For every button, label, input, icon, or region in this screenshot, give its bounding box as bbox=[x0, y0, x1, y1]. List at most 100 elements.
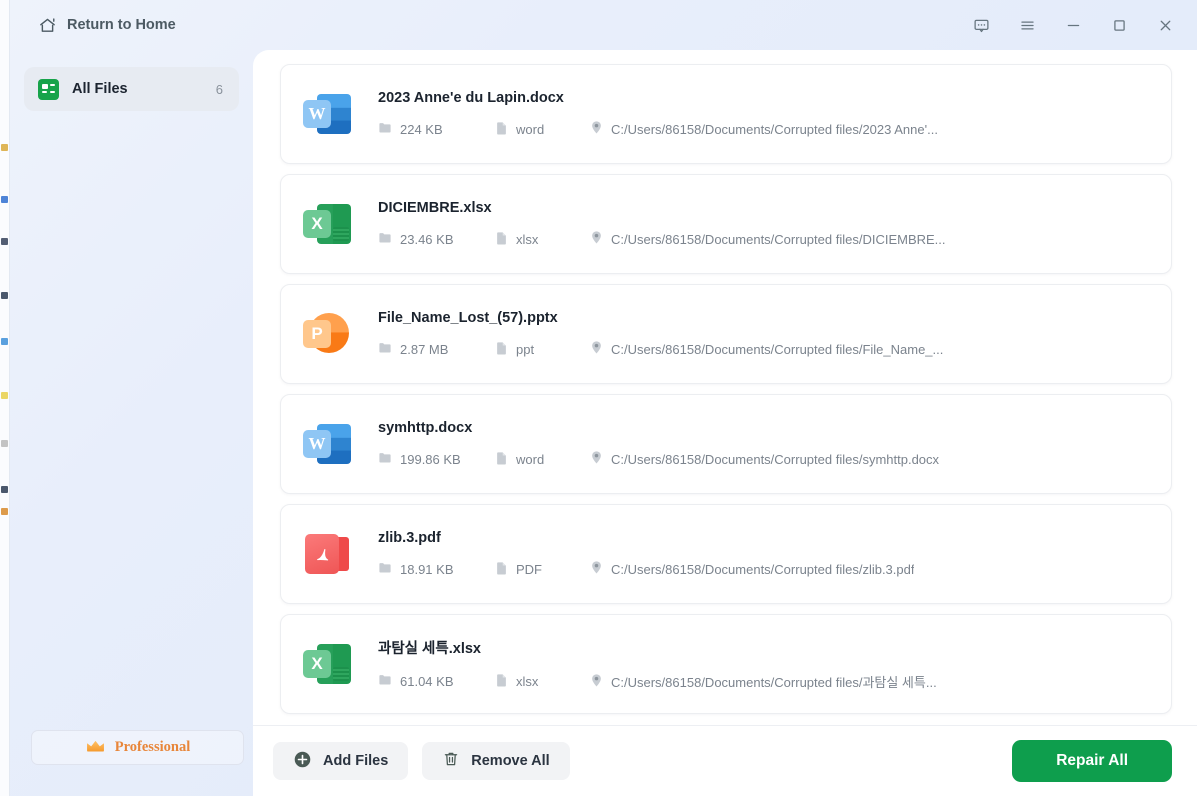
file-path: C:/Users/86158/Documents/Corrupted files… bbox=[611, 122, 938, 137]
file-info: symhttp.docx 199.86 KB word C:/Users/861… bbox=[378, 420, 1149, 468]
file-type: xlsx bbox=[516, 674, 538, 689]
file-type-cell: xlsx bbox=[495, 231, 590, 248]
file-meta: 18.91 KB PDF C:/Users/86158/Documents/Co… bbox=[378, 560, 1149, 578]
file-path-cell: C:/Users/86158/Documents/Corrupted files… bbox=[590, 450, 939, 468]
file-type-cell: xlsx bbox=[495, 673, 590, 690]
file-size: 61.04 KB bbox=[400, 674, 454, 689]
file-meta: 23.46 KB xlsx C:/Users/86158/Documents/C… bbox=[378, 230, 1149, 248]
minimize-icon[interactable] bbox=[1053, 8, 1093, 42]
file-path-cell: C:/Users/86158/Documents/Corrupted files… bbox=[590, 120, 938, 138]
footer-toolbar: Add Files Remove All Repair All bbox=[253, 725, 1197, 796]
remove-all-label: Remove All bbox=[471, 753, 549, 769]
file-type-icon bbox=[495, 673, 508, 690]
file-card[interactable]: W 2023 Anne'e du Lapin.docx 224 KB word … bbox=[280, 64, 1172, 164]
location-pin-icon bbox=[590, 340, 603, 358]
file-path: C:/Users/86158/Documents/Corrupted files… bbox=[611, 562, 914, 577]
file-path: C:/Users/86158/Documents/Corrupted files… bbox=[611, 342, 943, 357]
file-info: File_Name_Lost_(57).pptx 2.87 MB ppt C:/… bbox=[378, 310, 1149, 358]
excel-file-icon: X bbox=[303, 640, 351, 688]
file-size-cell: 2.87 MB bbox=[378, 341, 495, 358]
powerpoint-file-icon: P bbox=[303, 310, 351, 358]
window-controls bbox=[961, 8, 1185, 42]
word-file-icon: W bbox=[303, 90, 351, 138]
repair-all-button[interactable]: Repair All bbox=[1012, 740, 1172, 782]
file-size-cell: 18.91 KB bbox=[378, 561, 495, 578]
file-size-cell: 224 KB bbox=[378, 121, 495, 138]
file-type-icon bbox=[495, 341, 508, 358]
sidebar-item-all-files[interactable]: All Files 6 bbox=[24, 67, 239, 111]
file-type: xlsx bbox=[516, 232, 538, 247]
file-type-icon bbox=[495, 561, 508, 578]
all-files-icon bbox=[38, 79, 59, 100]
feedback-icon[interactable] bbox=[961, 8, 1001, 42]
file-info: 과탐실 세특.xlsx 61.04 KB xlsx C:/Users/86158… bbox=[378, 637, 1149, 691]
file-size: 224 KB bbox=[400, 122, 443, 137]
location-pin-icon bbox=[590, 560, 603, 578]
file-type-cell: ppt bbox=[495, 341, 590, 358]
excel-file-icon: X bbox=[303, 200, 351, 248]
title-bar: Return to Home bbox=[10, 0, 1197, 50]
file-name: 과탐실 세특.xlsx bbox=[378, 637, 1149, 658]
plus-circle-icon bbox=[293, 750, 312, 773]
file-name: zlib.3.pdf bbox=[378, 530, 1149, 546]
file-type: word bbox=[516, 122, 544, 137]
file-size-cell: 199.86 KB bbox=[378, 451, 495, 468]
file-size-icon bbox=[378, 231, 392, 248]
main-panel: W 2023 Anne'e du Lapin.docx 224 KB word … bbox=[253, 50, 1197, 796]
trash-icon bbox=[442, 750, 460, 772]
file-name: symhttp.docx bbox=[378, 420, 1149, 436]
file-info: zlib.3.pdf 18.91 KB PDF C:/Users/86158/D… bbox=[378, 530, 1149, 578]
file-size-icon bbox=[378, 121, 392, 138]
file-size: 2.87 MB bbox=[400, 342, 448, 357]
home-icon bbox=[38, 16, 57, 35]
file-path-cell: C:/Users/86158/Documents/Corrupted files… bbox=[590, 672, 937, 691]
file-size-icon bbox=[378, 673, 392, 690]
return-to-home-button[interactable]: Return to Home bbox=[32, 12, 182, 39]
file-path: C:/Users/86158/Documents/Corrupted files… bbox=[611, 452, 939, 467]
file-type-cell: word bbox=[495, 451, 590, 468]
file-card[interactable]: P File_Name_Lost_(57).pptx 2.87 MB ppt C… bbox=[280, 284, 1172, 384]
professional-upgrade-button[interactable]: Professional bbox=[31, 730, 244, 765]
file-path: C:/Users/86158/Documents/Corrupted files… bbox=[611, 672, 937, 691]
file-type: ppt bbox=[516, 342, 534, 357]
file-type-icon bbox=[495, 231, 508, 248]
file-type-cell: word bbox=[495, 121, 590, 138]
location-pin-icon bbox=[590, 450, 603, 468]
remove-all-button[interactable]: Remove All bbox=[422, 742, 569, 780]
professional-label: Professional bbox=[115, 739, 190, 756]
file-card[interactable]: W symhttp.docx 199.86 KB word C:/Users/8… bbox=[280, 394, 1172, 494]
file-path-cell: C:/Users/86158/Documents/Corrupted files… bbox=[590, 340, 943, 358]
file-size: 18.91 KB bbox=[400, 562, 454, 577]
sidebar: All Files 6 Professional bbox=[10, 50, 253, 796]
pdf-file-icon bbox=[303, 530, 351, 578]
menu-icon[interactable] bbox=[1007, 8, 1047, 42]
file-size: 23.46 KB bbox=[400, 232, 454, 247]
file-type: PDF bbox=[516, 562, 542, 577]
close-icon[interactable] bbox=[1145, 8, 1185, 42]
location-pin-icon bbox=[590, 230, 603, 248]
location-pin-icon bbox=[590, 120, 603, 138]
file-card[interactable]: X DICIEMBRE.xlsx 23.46 KB xlsx C:/Users/… bbox=[280, 174, 1172, 274]
file-name: 2023 Anne'e du Lapin.docx bbox=[378, 90, 1149, 106]
file-card[interactable]: zlib.3.pdf 18.91 KB PDF C:/Users/86158/D… bbox=[280, 504, 1172, 604]
file-info: 2023 Anne'e du Lapin.docx 224 KB word C:… bbox=[378, 90, 1149, 138]
file-type-cell: PDF bbox=[495, 561, 590, 578]
file-type-icon bbox=[495, 121, 508, 138]
file-path-cell: C:/Users/86158/Documents/Corrupted files… bbox=[590, 230, 946, 248]
maximize-icon[interactable] bbox=[1099, 8, 1139, 42]
file-info: DICIEMBRE.xlsx 23.46 KB xlsx C:/Users/86… bbox=[378, 200, 1149, 248]
add-files-button[interactable]: Add Files bbox=[273, 742, 408, 780]
crown-icon bbox=[85, 738, 106, 758]
background-window-sliver bbox=[0, 0, 10, 796]
sidebar-item-label: All Files bbox=[72, 81, 216, 97]
word-file-icon: W bbox=[303, 420, 351, 468]
file-list[interactable]: W 2023 Anne'e du Lapin.docx 224 KB word … bbox=[253, 50, 1197, 725]
file-meta: 224 KB word C:/Users/86158/Documents/Cor… bbox=[378, 120, 1149, 138]
file-size: 199.86 KB bbox=[400, 452, 461, 467]
add-files-label: Add Files bbox=[323, 753, 388, 769]
file-size-icon bbox=[378, 341, 392, 358]
file-path-cell: C:/Users/86158/Documents/Corrupted files… bbox=[590, 560, 914, 578]
file-size-icon bbox=[378, 561, 392, 578]
file-card[interactable]: X 과탐실 세특.xlsx 61.04 KB xlsx C:/Users/861… bbox=[280, 614, 1172, 714]
file-name: DICIEMBRE.xlsx bbox=[378, 200, 1149, 216]
